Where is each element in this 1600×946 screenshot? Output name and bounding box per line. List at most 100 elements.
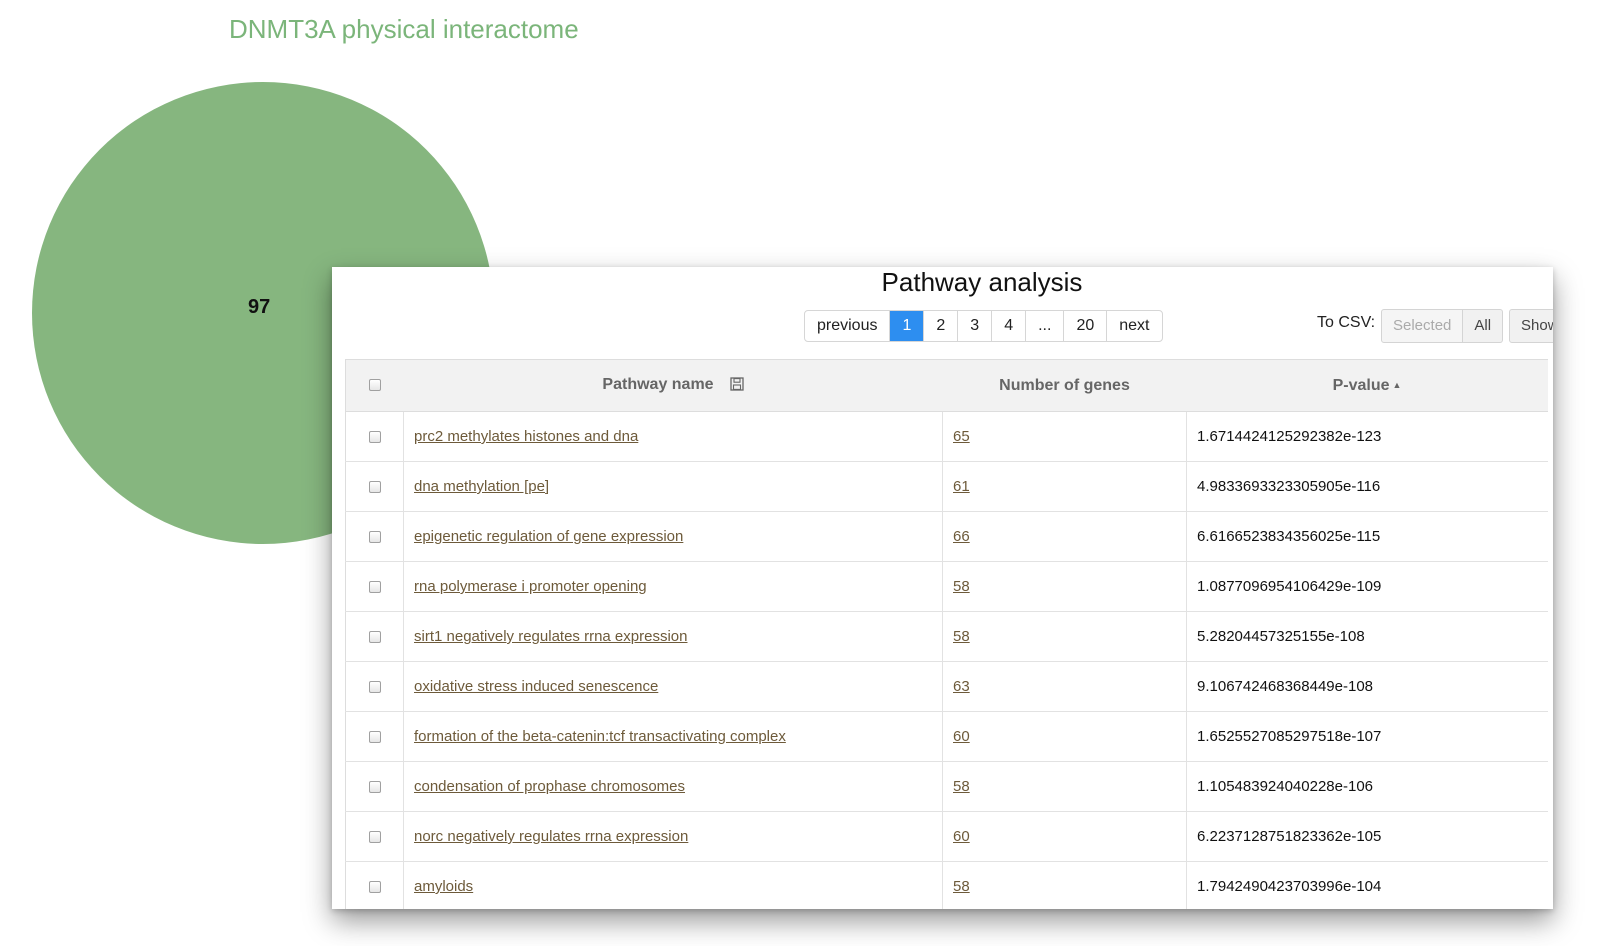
- pvalue-cell: 1.6714424125292382e-123: [1186, 411, 1548, 462]
- pathway-link[interactable]: sirt1 negatively regulates rrna expressi…: [414, 628, 687, 645]
- pagination-next[interactable]: next: [1106, 311, 1161, 341]
- genes-cell: 58: [942, 611, 1187, 662]
- row-checkbox[interactable]: [368, 731, 381, 744]
- pathway-link[interactable]: formation of the beta-catenin:tcf transa…: [414, 728, 786, 745]
- genes-link[interactable]: 66: [953, 528, 970, 545]
- pathway-cell: prc2 methylates histones and dna: [403, 411, 943, 462]
- genes-link[interactable]: 63: [953, 678, 970, 695]
- genes-link[interactable]: 58: [953, 878, 970, 895]
- genes-cell: 60: [942, 711, 1187, 762]
- pathway-link[interactable]: condensation of prophase chromosomes: [414, 778, 685, 795]
- pvalue-cell: 1.0877096954106429e-109: [1186, 561, 1548, 612]
- header-pathway-name[interactable]: Pathway name: [403, 359, 943, 412]
- genes-cell: 63: [942, 661, 1187, 712]
- pagination: previous 1 2 3 4 ... 20 next: [804, 310, 1163, 342]
- row-select-cell: [345, 411, 404, 462]
- row-select-cell: [345, 761, 404, 812]
- table-row: prc2 methylates histones and dna 65 1.6714…: [345, 411, 1548, 462]
- table-row: epigenetic regulation of gene expression…: [345, 511, 1548, 562]
- header-select-cell: [345, 359, 404, 412]
- pathway-cell: amyloids: [403, 861, 943, 909]
- pathway-link[interactable]: rna polymerase i promoter opening: [414, 578, 647, 595]
- row-select-cell: [345, 461, 404, 512]
- pathway-table: Pathway name Number of genes P-value ▲ pr…: [345, 359, 1548, 909]
- genes-link[interactable]: 61: [953, 478, 970, 495]
- row-checkbox[interactable]: [368, 431, 381, 444]
- genes-link[interactable]: 65: [953, 428, 970, 445]
- row-checkbox[interactable]: [368, 781, 381, 794]
- pagination-page-1[interactable]: 1: [889, 311, 924, 341]
- row-checkbox[interactable]: [368, 531, 381, 544]
- pathway-cell: formation of the beta-catenin:tcf transa…: [403, 711, 943, 762]
- table-row: sirt1 negatively regulates rrna expressi…: [345, 611, 1548, 662]
- pathway-analysis-panel: Pathway analysis previous 1 2 3 4 ... 20…: [332, 267, 1553, 909]
- genes-link[interactable]: 58: [953, 578, 970, 595]
- genes-cell: 61: [942, 461, 1187, 512]
- pagination-previous[interactable]: previous: [805, 311, 889, 341]
- genes-link[interactable]: 58: [953, 778, 970, 795]
- pagination-page-4[interactable]: 4: [991, 311, 1025, 341]
- pvalue-cell: 6.2237128751823362e-105: [1186, 811, 1548, 862]
- csv-selected-button[interactable]: Selected: [1381, 309, 1464, 343]
- genes-cell: 60: [942, 811, 1187, 862]
- csv-all-button[interactable]: All: [1463, 309, 1504, 343]
- header-pvalue-label: P-value: [1332, 376, 1390, 394]
- venn-count: 97: [248, 296, 271, 318]
- row-select-cell: [345, 711, 404, 762]
- header-number-of-genes[interactable]: Number of genes: [942, 359, 1187, 412]
- row-checkbox[interactable]: [368, 831, 381, 844]
- select-all-checkbox[interactable]: [368, 379, 381, 392]
- pvalue-cell: 9.106742468368449e-108: [1186, 661, 1548, 712]
- sort-ascending-icon: ▲: [1392, 379, 1402, 390]
- csv-button-group: Selected All: [1381, 309, 1504, 343]
- table-row: amyloids 58 1.7942490423703996e-104: [345, 861, 1548, 909]
- genes-cell: 58: [942, 561, 1187, 612]
- genes-cell: 66: [942, 511, 1187, 562]
- save-icon[interactable]: [729, 376, 744, 396]
- pagination-page-2[interactable]: 2: [923, 311, 957, 341]
- pvalue-cell: 6.6166523834356025e-115: [1186, 511, 1548, 562]
- csv-label: To CSV:: [1317, 314, 1376, 331]
- header-pathway-label: Pathway name: [602, 375, 714, 393]
- genes-link[interactable]: 60: [953, 728, 970, 745]
- table-row: oxidative stress induced senescence 63 9.1…: [345, 661, 1548, 712]
- row-checkbox[interactable]: [368, 581, 381, 594]
- pathway-link[interactable]: epigenetic regulation of gene expression: [414, 528, 683, 545]
- pvalue-cell: 1.7942490423703996e-104: [1186, 861, 1548, 909]
- row-checkbox[interactable]: [368, 881, 381, 894]
- panel-title: Pathway analysis: [881, 267, 1083, 297]
- row-select-cell: [345, 661, 404, 712]
- pathway-cell: rna polymerase i promoter opening: [403, 561, 943, 612]
- row-select-cell: [345, 561, 404, 612]
- pagination-page-20[interactable]: 20: [1063, 311, 1106, 341]
- pvalue-cell: 5.28204457325155e-108: [1186, 611, 1548, 662]
- table-row: formation of the beta-catenin:tcf transa…: [345, 711, 1548, 762]
- pvalue-cell: 1.105483924040228e-106: [1186, 761, 1548, 812]
- row-select-cell: [345, 611, 404, 662]
- pathway-link[interactable]: dna methylation [pe]: [414, 478, 549, 495]
- pathway-cell: epigenetic regulation of gene expression: [403, 511, 943, 562]
- table-row: condensation of prophase chromosomes 58 1.…: [345, 761, 1548, 812]
- row-select-cell: [345, 861, 404, 909]
- pathway-link[interactable]: amyloids: [414, 878, 473, 895]
- pvalue-cell: 1.6525527085297518e-107: [1186, 711, 1548, 762]
- pathway-cell: norc negatively regulates rrna expressio…: [403, 811, 943, 862]
- show-button[interactable]: Show: [1509, 309, 1553, 343]
- pathway-cell: dna methylation [pe]: [403, 461, 943, 512]
- row-checkbox[interactable]: [368, 631, 381, 644]
- header-genes-label: Number of genes: [999, 376, 1130, 394]
- header-p-value[interactable]: P-value ▲: [1186, 359, 1548, 412]
- pathway-link[interactable]: norc negatively regulates rrna expressio…: [414, 828, 688, 845]
- row-select-cell: [345, 811, 404, 862]
- row-checkbox[interactable]: [368, 681, 381, 694]
- genes-link[interactable]: 60: [953, 828, 970, 845]
- row-checkbox[interactable]: [368, 481, 381, 494]
- pathway-cell: condensation of prophase chromosomes: [403, 761, 943, 812]
- pagination-page-3[interactable]: 3: [957, 311, 991, 341]
- pathway-link[interactable]: oxidative stress induced senescence: [414, 678, 658, 695]
- genes-link[interactable]: 58: [953, 628, 970, 645]
- table-row: norc negatively regulates rrna expressio…: [345, 811, 1548, 862]
- genes-cell: 58: [942, 861, 1187, 909]
- pathway-link[interactable]: prc2 methylates histones and dna: [414, 428, 638, 445]
- row-select-cell: [345, 511, 404, 562]
